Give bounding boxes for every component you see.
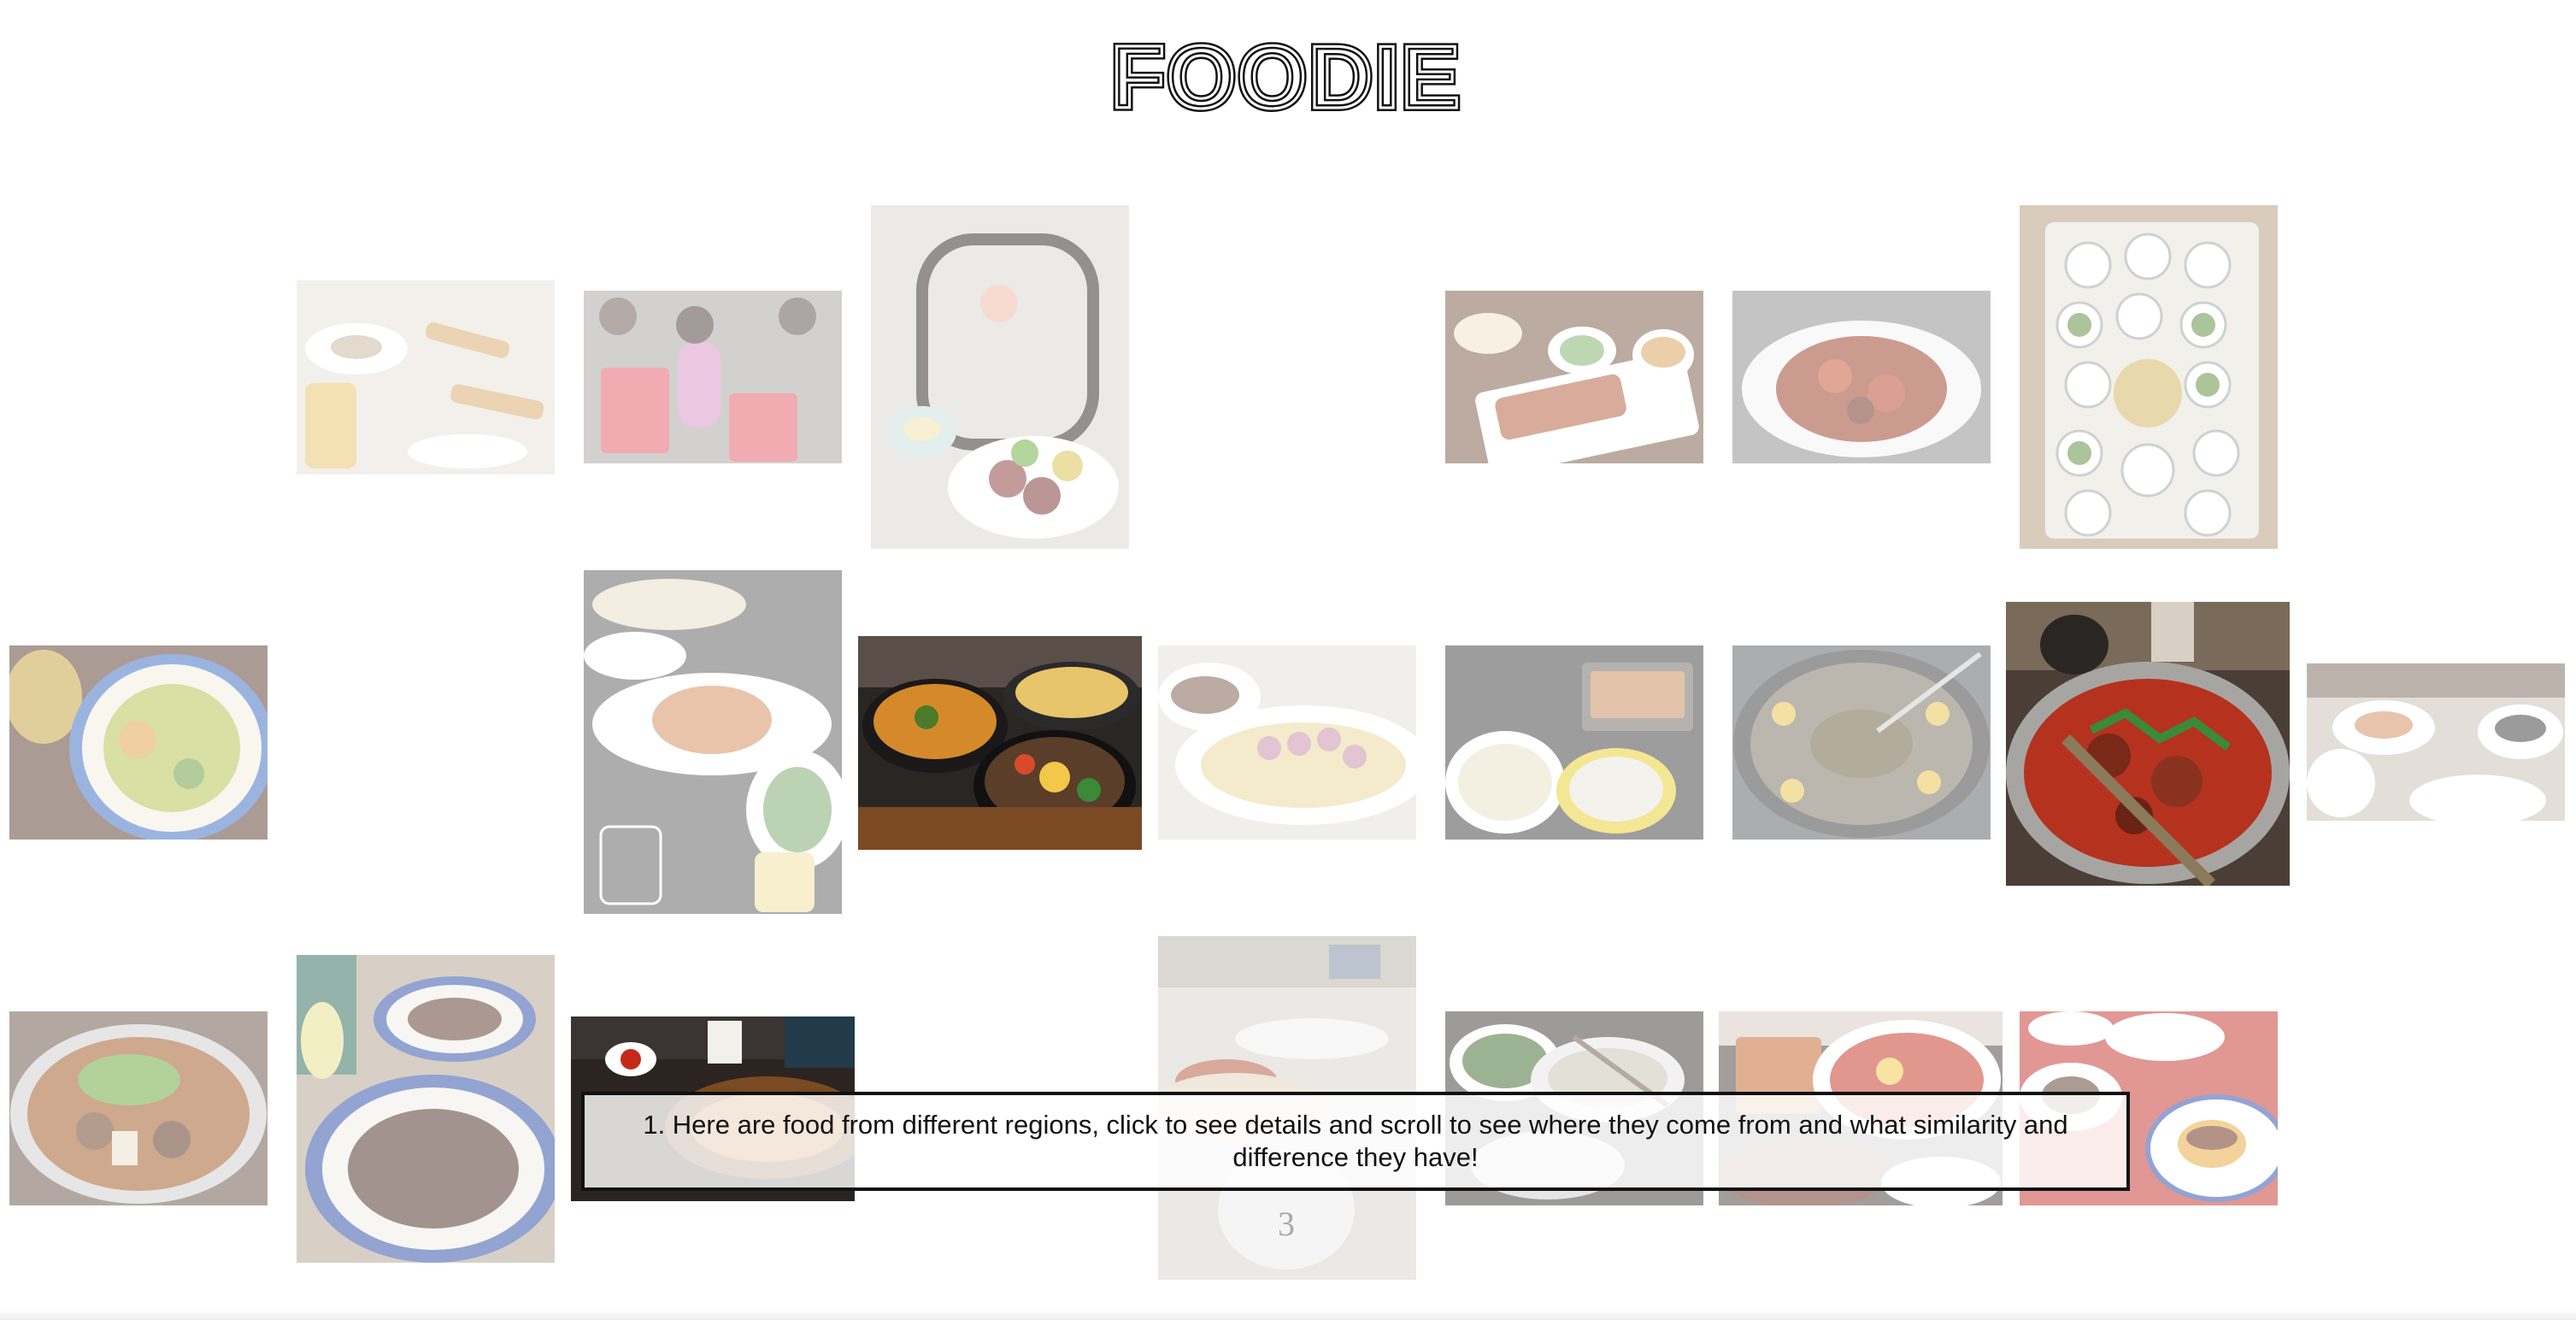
food-photo-afternoon-tea[interactable] [871,205,1129,549]
food-photo-noodle-bowl[interactable] [9,645,268,840]
food-photo-braised-pot[interactable] [2006,602,2290,886]
page-bottom-edge [0,1308,2576,1320]
food-photo-dimsum-spread[interactable] [584,570,842,914]
food-photo-banquet-dishes[interactable] [2020,205,2278,549]
intro-caption-text: 1. Here are food from different regions,… [643,1110,2068,1172]
intro-caption-box: 1. Here are food from different regions,… [581,1092,2130,1191]
svg-text:3: 3 [1278,1205,1295,1243]
food-photo-spicy-crab[interactable] [1732,291,1991,463]
food-photo-hotpot-side[interactable] [1445,645,1703,840]
food-photo-korean-bibimbap[interactable] [858,636,1142,850]
food-photo-dessert-table[interactable] [297,280,555,474]
food-photo-rice-roll[interactable] [1158,645,1416,840]
food-photo-beef-noodle-soup[interactable] [9,1011,268,1205]
food-photo-grilled-platter[interactable] [1445,291,1703,463]
logo-wordmark: FOODIE FOODIE [1108,34,1464,120]
food-photo-fried-noodles[interactable] [297,955,555,1263]
food-photo-street-seating[interactable] [584,291,842,463]
logo-text-inline: FOODIE [1111,34,1462,120]
food-photo-steaming-pot[interactable] [1732,645,1991,840]
foodie-logo: FOODIE FOODIE [1103,34,1470,120]
food-photo-table-setting[interactable] [2307,663,2565,821]
